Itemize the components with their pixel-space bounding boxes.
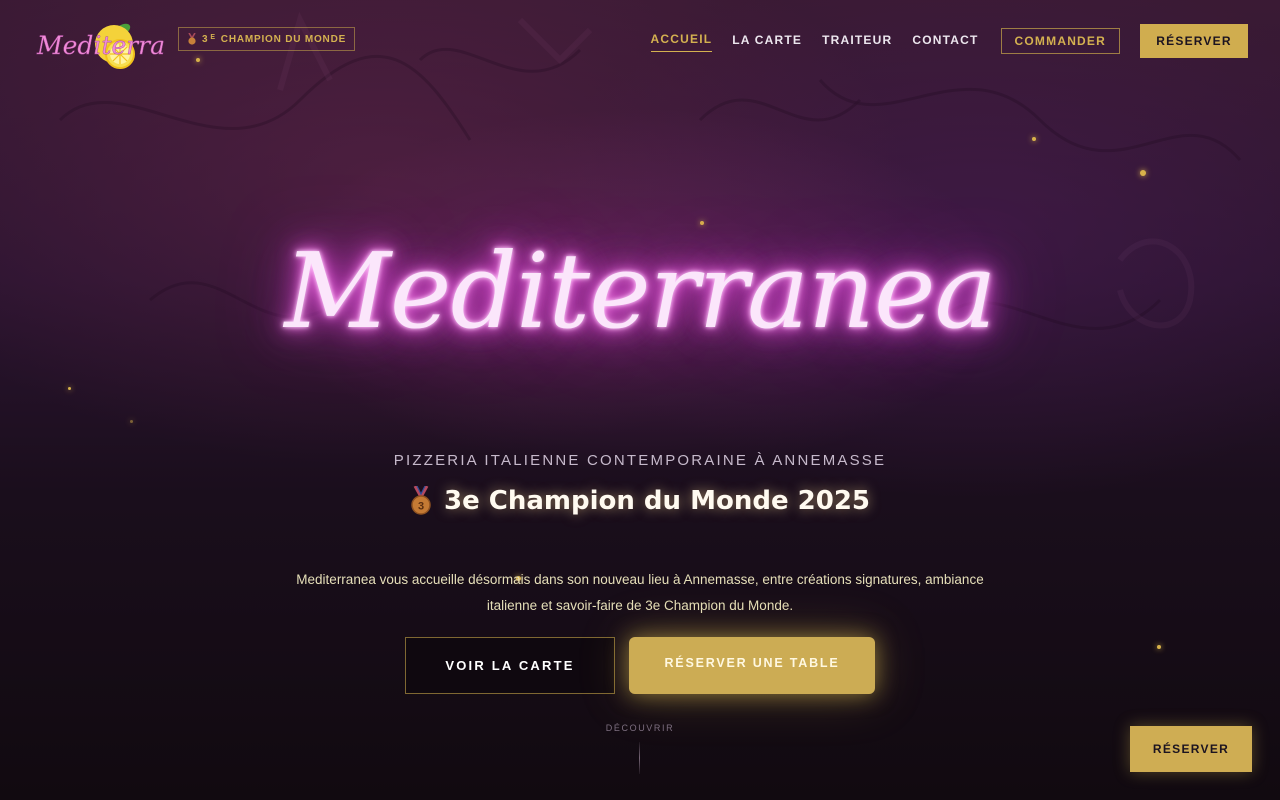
sparkle (1032, 137, 1036, 141)
badge-text: CHAMPION DU MONDE (220, 33, 347, 45)
champion-badge: 3 E CHAMPION DU MONDE (178, 27, 355, 51)
champion-heading-text: 3e Champion du Monde 2025 (443, 486, 871, 516)
champion-heading: 3 3e Champion du Monde 2025 (0, 486, 1280, 516)
medal-icon (188, 33, 196, 45)
sparkle (130, 420, 133, 423)
sparkle (1140, 170, 1146, 176)
reserver-button[interactable]: RÉSERVER (1140, 24, 1248, 58)
floating-reserver-button[interactable]: RÉSERVER (1130, 726, 1252, 772)
scroll-indicator (639, 742, 640, 774)
neon-title: Mediterranea (284, 230, 996, 352)
hero-subtitle: PIZZERIA ITALIENNE CONTEMPORAINE À ANNEM… (393, 452, 887, 469)
nav-link-contact[interactable]: CONTACT (912, 31, 978, 52)
reserver-une-table-button[interactable]: RÉSERVER UNE TABLE (629, 637, 875, 694)
logo[interactable]: Mediterranea (34, 10, 211, 72)
nav-link-traiteur[interactable]: TRAITEUR (822, 31, 892, 52)
main-nav: ACCUEIL LA CARTE TRAITEUR CONTACT COMMAN… (650, 24, 1248, 58)
svg-text:3: 3 (418, 501, 424, 513)
nav-link-accueil[interactable]: ACCUEIL (650, 30, 713, 52)
sparkle (196, 58, 200, 62)
commander-button[interactable]: COMMANDER (1000, 28, 1120, 54)
sparkle (68, 387, 71, 390)
nav-link-la-carte[interactable]: LA CARTE (732, 31, 802, 52)
voir-la-carte-button[interactable]: VOIR LA CARTE (405, 637, 615, 694)
discover-link[interactable]: DÉCOUVRIR (0, 723, 1280, 733)
medal-icon: 3 (411, 486, 431, 515)
hero-description: Mediterranea vous accueille désormais da… (296, 572, 984, 613)
badge-rank: 3 (201, 33, 209, 45)
lemon-icon: Mediterranea (36, 23, 211, 69)
badge-rank-suffix: E (210, 33, 216, 41)
logo-text: Mediterranea (36, 31, 164, 60)
sparkle (1157, 645, 1161, 649)
